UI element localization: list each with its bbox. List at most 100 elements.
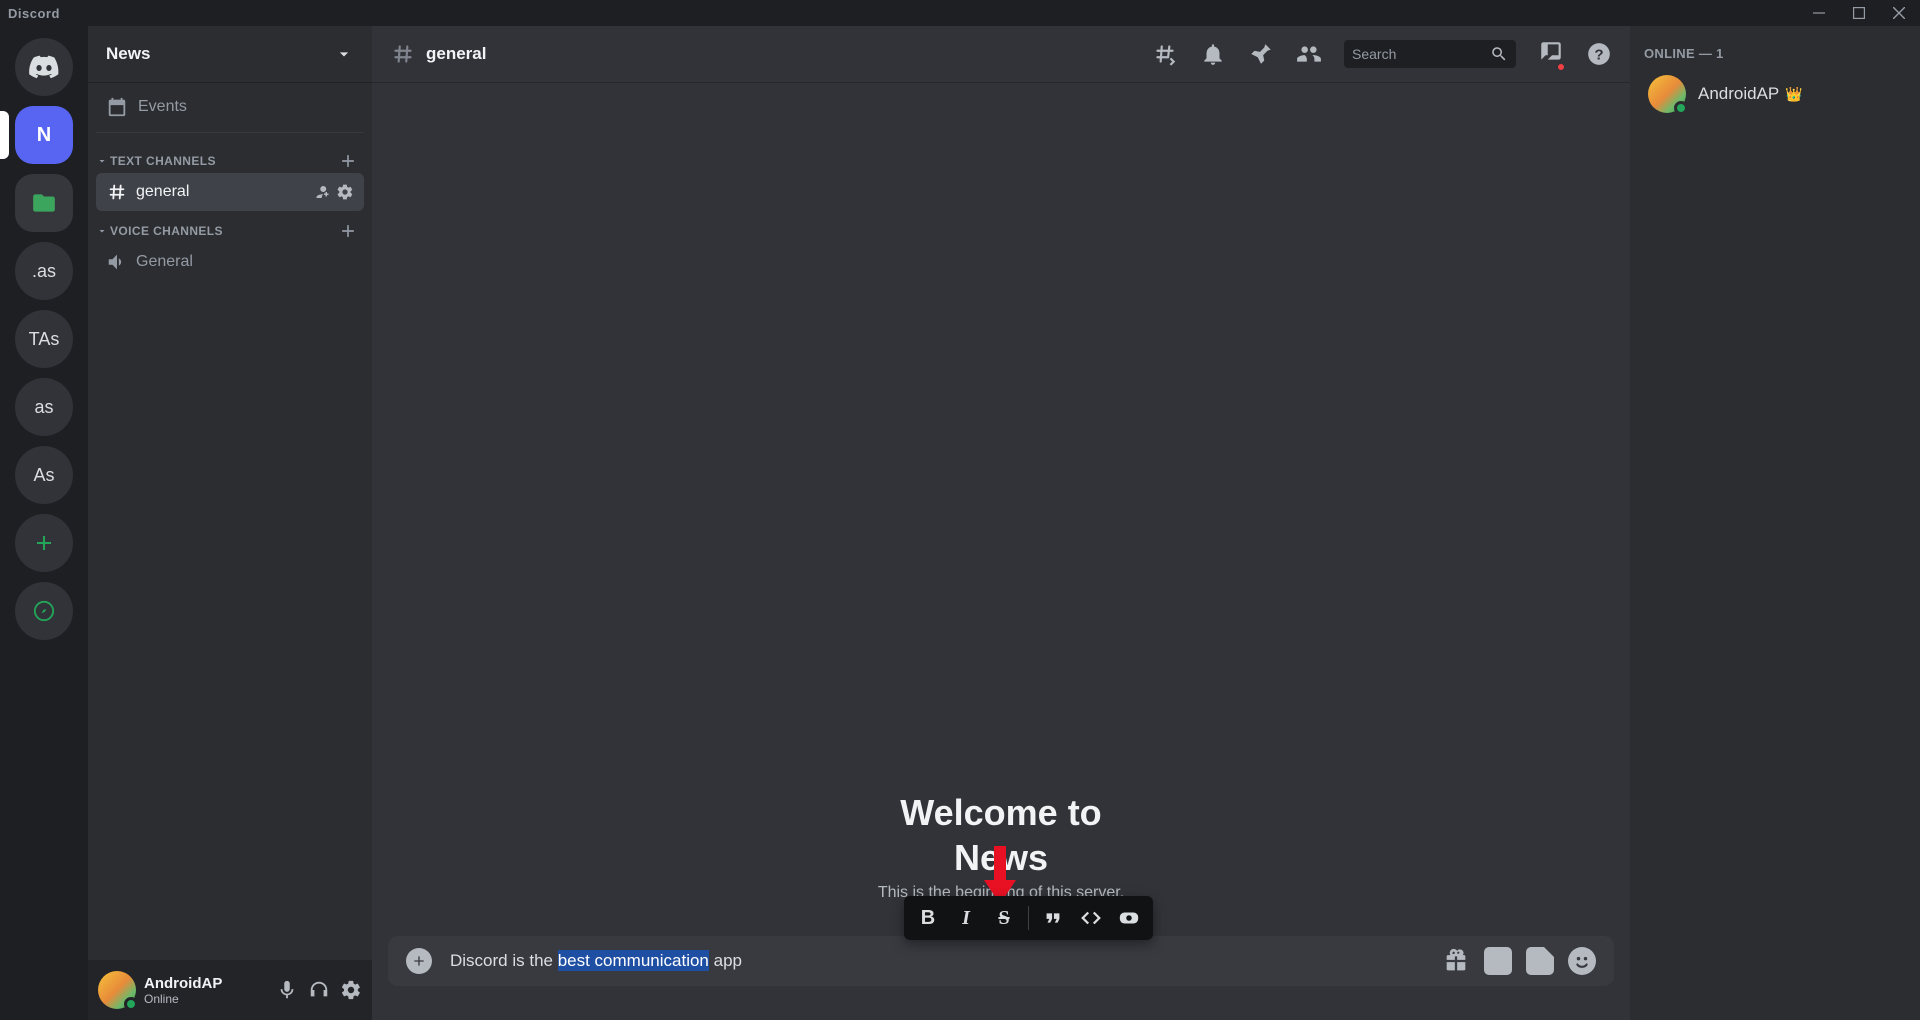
category-label: VOICE CHANNELS	[110, 224, 223, 238]
app-brand: Discord	[8, 6, 60, 21]
user-info[interactable]: AndroidAP Online	[144, 975, 268, 1006]
message-input[interactable]: Discord is the best communication app	[450, 951, 1424, 971]
hash-icon	[390, 41, 416, 67]
member-list: ONLINE — 1 AndroidAP 👑	[1630, 26, 1920, 1020]
user-status: Online	[144, 992, 268, 1006]
welcome-line1: Welcome to	[900, 792, 1101, 833]
plus-icon	[411, 953, 427, 969]
add-channel-button[interactable]	[338, 151, 358, 171]
quote-button[interactable]	[1035, 900, 1071, 936]
events-label: Events	[138, 98, 187, 116]
welcome-block: Welcome to News This is the beginning of…	[878, 790, 1124, 902]
window-titlebar: Discord	[0, 0, 1920, 26]
guild-item[interactable]: as	[15, 378, 73, 436]
guild-initial: as	[34, 397, 53, 418]
help-icon[interactable]: ?	[1586, 41, 1612, 67]
events-item[interactable]: Events	[96, 82, 364, 133]
chevron-down-icon	[96, 225, 108, 237]
guild-item[interactable]: As	[15, 446, 73, 504]
attach-button[interactable]	[406, 948, 432, 974]
close-button[interactable]	[1886, 3, 1912, 23]
guild-initial: N	[37, 124, 51, 147]
deafen-icon[interactable]	[308, 979, 330, 1001]
search-input[interactable]: Search	[1344, 40, 1516, 68]
svg-text:?: ?	[1594, 46, 1603, 63]
invite-icon[interactable]	[312, 183, 330, 201]
channel-title: general	[426, 44, 486, 64]
user-name: AndroidAP	[144, 975, 268, 992]
gift-icon[interactable]	[1442, 947, 1470, 975]
channel-sidebar: News Events TEXT CHANNELS general	[88, 26, 372, 1020]
minimize-button[interactable]	[1806, 3, 1832, 23]
user-panel: AndroidAP Online	[88, 960, 372, 1020]
guild-selection-pill	[0, 111, 9, 159]
guild-initial: As	[33, 465, 54, 486]
separator	[1028, 906, 1029, 930]
sticker-button[interactable]	[1526, 947, 1554, 975]
notifications-icon[interactable]	[1200, 41, 1226, 67]
calendar-icon	[106, 96, 128, 118]
gif-button[interactable]: GIF	[1484, 947, 1512, 975]
member-item[interactable]: AndroidAP 👑	[1644, 69, 1906, 119]
status-indicator	[1674, 101, 1688, 115]
status-indicator	[124, 997, 138, 1011]
message-composer[interactable]: Discord is the best communication app GI…	[388, 936, 1614, 986]
guild-folder[interactable]	[15, 174, 73, 232]
mute-icon[interactable]	[276, 979, 298, 1001]
input-text-pre: Discord is the	[450, 951, 558, 970]
text-channels-category[interactable]: TEXT CHANNELS	[96, 143, 364, 171]
code-button[interactable]	[1073, 900, 1109, 936]
bold-button[interactable]: B	[910, 900, 946, 936]
search-icon	[1490, 45, 1508, 63]
guild-initial: TAs	[29, 329, 60, 350]
gear-icon[interactable]	[336, 183, 354, 201]
guild-initial: .as	[32, 261, 56, 282]
format-toolbar: B I S	[904, 896, 1153, 940]
chevron-down-icon	[334, 44, 354, 64]
home-button[interactable]	[15, 38, 73, 96]
welcome-line2: News	[954, 837, 1048, 878]
avatar	[1648, 75, 1686, 113]
emoji-button[interactable]	[1568, 947, 1596, 975]
member-name-label: AndroidAP	[1698, 84, 1779, 104]
plus-icon	[32, 531, 56, 555]
italic-button[interactable]: I	[948, 900, 984, 936]
spoiler-button[interactable]	[1111, 900, 1147, 936]
channel-name: general	[136, 183, 189, 201]
notification-dot	[1556, 62, 1566, 72]
guild-item[interactable]: .as	[15, 242, 73, 300]
add-server-button[interactable]	[15, 514, 73, 572]
threads-icon[interactable]	[1152, 41, 1178, 67]
explore-servers-button[interactable]	[15, 582, 73, 640]
server-header[interactable]: News	[88, 26, 372, 82]
settings-icon[interactable]	[340, 979, 362, 1001]
owner-crown-icon: 👑	[1785, 86, 1802, 103]
member-list-icon[interactable]	[1296, 41, 1322, 67]
chevron-down-icon	[96, 155, 108, 167]
channel-name: General	[136, 253, 193, 271]
main-area: general Search ?	[372, 26, 1920, 1020]
channel-header: general Search ?	[372, 26, 1630, 82]
avatar[interactable]	[98, 971, 136, 1009]
hash-icon	[106, 181, 128, 203]
maximize-button[interactable]	[1846, 3, 1872, 23]
guild-news[interactable]: N	[15, 106, 73, 164]
speaker-icon	[106, 251, 128, 273]
guild-list: N .as TAs as As	[0, 26, 88, 1020]
member-list-header: ONLINE — 1	[1644, 46, 1906, 61]
add-channel-button[interactable]	[338, 221, 358, 241]
server-name: News	[106, 44, 150, 64]
quote-icon	[1042, 907, 1064, 929]
compass-icon	[33, 600, 55, 622]
inbox-icon[interactable]	[1538, 39, 1564, 70]
code-icon	[1080, 907, 1102, 929]
pin-icon[interactable]	[1248, 41, 1274, 67]
guild-item[interactable]: TAs	[15, 310, 73, 368]
folder-icon	[31, 190, 57, 216]
category-label: TEXT CHANNELS	[110, 154, 216, 168]
channel-general[interactable]: general	[96, 173, 364, 211]
voice-channels-category[interactable]: VOICE CHANNELS	[96, 213, 364, 241]
strikethrough-button[interactable]: S	[986, 900, 1022, 936]
eye-icon	[1118, 907, 1140, 929]
voice-channel-general[interactable]: General	[96, 243, 364, 281]
